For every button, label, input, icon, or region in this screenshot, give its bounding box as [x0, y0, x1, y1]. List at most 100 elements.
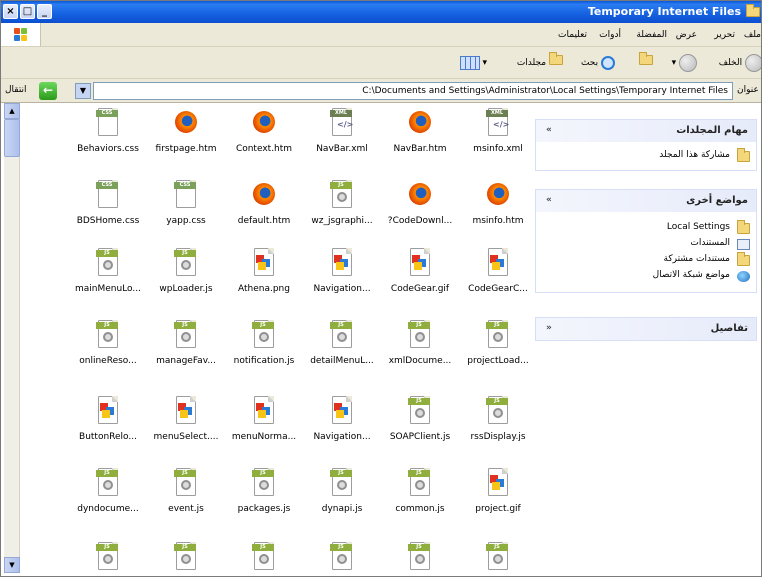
close-button[interactable]: ×	[3, 4, 18, 19]
details-header[interactable]: تفاصيل »	[536, 318, 756, 340]
share-folder-icon	[737, 148, 750, 162]
file-item[interactable]: CSS Behaviors.css	[67, 107, 149, 169]
menu-tools[interactable]: أدوات	[599, 30, 621, 40]
folder-icon	[732, 86, 733, 96]
file-item[interactable]: CodeGearC...	[457, 247, 539, 309]
place-documents[interactable]: المستندات	[536, 236, 756, 252]
file-item[interactable]: ButtonRelo...	[67, 395, 149, 457]
other-places-box: مواضع أخرى « Local Settings المستندات مس…	[535, 189, 757, 293]
menu-file[interactable]: ملف	[744, 30, 761, 40]
file-item[interactable]: JS	[379, 541, 461, 576]
file-item[interactable]: firstpage.htm	[145, 107, 227, 169]
scroll-down-button[interactable]: ▼	[4, 557, 20, 573]
address-bar: انتقال ← ▼ C:\Documents and Settings\Adm…	[1, 79, 761, 103]
forward-button[interactable]: ▾	[672, 53, 697, 73]
search-button[interactable]: بحث	[581, 53, 615, 73]
js-file-icon: JS	[482, 395, 514, 427]
file-item[interactable]: JS dynapi.js	[301, 467, 383, 529]
file-item[interactable]: JS rssDisplay.js	[457, 395, 539, 457]
address-input[interactable]: C:\Documents and Settings\Administrator\…	[93, 82, 733, 100]
file-item[interactable]: project.gif	[457, 467, 539, 529]
file-item[interactable]: JS	[145, 541, 227, 576]
folders-label: مجلدات	[516, 58, 547, 68]
file-item[interactable]: menuSelect....	[145, 395, 227, 457]
js-file-icon: JS	[248, 319, 280, 351]
file-item[interactable]: JS wz_jsgraphi...	[301, 179, 383, 241]
menu-view[interactable]: عرض	[676, 30, 697, 40]
file-item[interactable]: JS	[67, 541, 149, 576]
file-name: msinfo.xml	[473, 144, 523, 154]
file-item[interactable]: Context.htm	[223, 107, 305, 169]
file-item[interactable]: Navigation...	[301, 247, 383, 309]
js-file-icon: JS	[92, 467, 124, 499]
file-item[interactable]: JS event.js	[145, 467, 227, 529]
file-item[interactable]: menuNorma...	[223, 395, 305, 457]
image-file-icon	[482, 467, 514, 499]
file-name: menuNorma...	[231, 432, 297, 442]
place-network[interactable]: مواضع شبكة الاتصال	[536, 268, 756, 284]
file-item[interactable]: JS SOAPClient.js	[379, 395, 461, 457]
views-button[interactable]: ▾	[459, 53, 487, 73]
window-title: Temporary Internet Files	[587, 5, 741, 18]
file-item[interactable]: JS wpLoader.js	[145, 247, 227, 309]
title-bar[interactable]: × □ _ Temporary Internet Files	[1, 1, 761, 23]
go-label[interactable]: انتقال	[5, 85, 27, 95]
place-shared-documents[interactable]: مستندات مشتركة	[536, 252, 756, 268]
file-item[interactable]: JS projectLoad...	[457, 319, 539, 381]
file-item[interactable]: JS dyndocume...	[67, 467, 149, 529]
collapse-chevron-icon[interactable]: «	[546, 195, 552, 205]
file-item[interactable]: CSS yapp.css	[145, 179, 227, 241]
file-item[interactable]: XML </> msinfo.xml	[457, 107, 539, 169]
file-item[interactable]: Athena.png	[223, 247, 305, 309]
back-button[interactable]: الخلف	[719, 53, 761, 73]
file-name: packages.js	[237, 504, 291, 514]
file-name: Context.htm	[235, 144, 293, 154]
vertical-scrollbar[interactable]: ▲ ▼	[4, 103, 20, 573]
file-name: NavBar.xml	[316, 144, 368, 154]
scroll-thumb[interactable]	[4, 119, 20, 157]
address-label: عنوان	[737, 85, 759, 95]
other-places-title: مواضع أخرى	[686, 195, 748, 206]
menu-favorites[interactable]: المفضلة	[636, 30, 667, 40]
file-item[interactable]: JS packages.js	[223, 467, 305, 529]
other-places-header[interactable]: مواضع أخرى «	[536, 190, 756, 212]
folders-button[interactable]: مجلدات	[516, 52, 563, 73]
firefox-html-icon	[404, 179, 436, 211]
file-item[interactable]: NavBar.htm	[379, 107, 461, 169]
file-item[interactable]: Navigation...	[301, 395, 383, 457]
folder-tasks-header[interactable]: مهام المجلدات «	[536, 120, 756, 142]
address-dropdown-button[interactable]: ▼	[75, 83, 91, 99]
file-name: msinfo.htm	[472, 216, 524, 226]
js-file-icon: JS	[404, 541, 436, 573]
place-local-settings[interactable]: Local Settings	[536, 220, 756, 236]
share-folder-link[interactable]: مشاركة هذا المجلد	[536, 148, 756, 164]
file-item[interactable]: JS	[301, 541, 383, 576]
file-item[interactable]: JS manageFav...	[145, 319, 227, 381]
file-item[interactable]: JS common.js	[379, 467, 461, 529]
file-item[interactable]: JS mainMenuLo...	[67, 247, 149, 309]
up-folder-button[interactable]	[639, 52, 653, 73]
menu-help[interactable]: تعليمات	[558, 30, 587, 40]
file-item[interactable]: msinfo.htm	[457, 179, 539, 241]
file-item[interactable]: CSS BDSHome.css	[67, 179, 149, 241]
menu-edit[interactable]: تحرير	[714, 30, 735, 40]
file-item[interactable]: JS	[457, 541, 539, 576]
file-item[interactable]: CodeGear.gif	[379, 247, 461, 309]
place-label: Local Settings	[666, 222, 730, 232]
file-item[interactable]: JS xmlDocume...	[379, 319, 461, 381]
minimize-button[interactable]: _	[37, 4, 52, 19]
file-item[interactable]: JS onlineReso...	[67, 319, 149, 381]
scroll-up-button[interactable]: ▲	[4, 103, 20, 119]
file-item[interactable]: XML </> NavBar.xml	[301, 107, 383, 169]
place-label: مستندات مشتركة	[663, 254, 730, 264]
maximize-button[interactable]: □	[20, 4, 35, 19]
file-item[interactable]: JS notification.js	[223, 319, 305, 381]
file-item[interactable]: JS detailMenuL...	[301, 319, 383, 381]
file-item[interactable]: ?CodeDownl...	[379, 179, 461, 241]
file-item[interactable]: JS	[223, 541, 305, 576]
file-item[interactable]: default.htm	[223, 179, 305, 241]
go-arrow-icon[interactable]: ←	[39, 82, 57, 100]
js-file-icon: JS	[326, 541, 358, 573]
collapse-chevron-icon[interactable]: «	[546, 125, 552, 135]
expand-chevron-icon[interactable]: »	[546, 323, 552, 333]
